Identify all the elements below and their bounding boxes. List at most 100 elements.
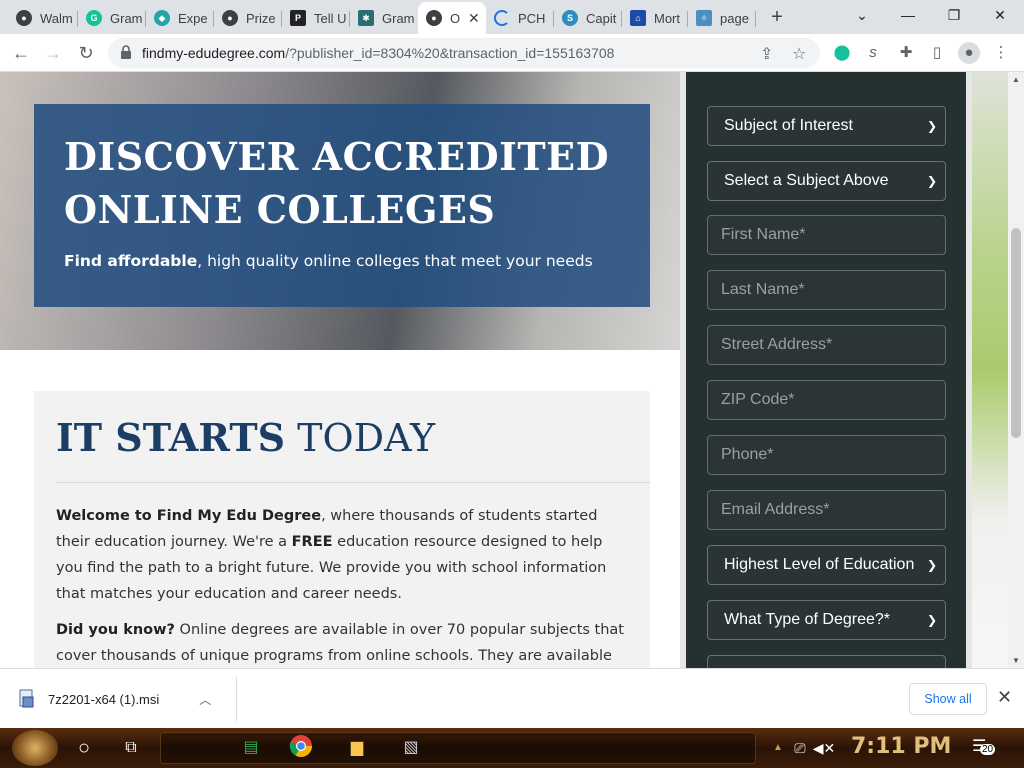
extension-lock-icon[interactable]: ⬤ [831,42,853,64]
scrollbar-thumb[interactable] [1011,228,1021,438]
tab-search-button[interactable]: ⌄ [840,4,884,28]
scroll-down-arrow-icon[interactable]: ▼ [1012,656,1020,665]
subsubject-select-value: Select a Subject Above [724,172,889,189]
globe-icon: ● [222,10,238,26]
notification-count: 20 [980,744,996,755]
show-all-button[interactable]: Show all [909,683,987,715]
share-icon[interactable]: ⇪ [760,44,773,64]
tab-4[interactable]: P Tell U [282,4,350,32]
scroll-up-arrow-icon[interactable]: ▲ [1012,75,1020,84]
tab-9[interactable]: ⌂ Mort [622,4,688,32]
subject-select-value: Subject of Interest [724,117,853,134]
menu-kebab-icon[interactable]: ⋮ [990,42,1012,64]
tab-title: Gram [110,10,142,26]
reload-icon[interactable]: ↻ [75,42,97,64]
heading-bold: IT STARTS [56,415,286,460]
zip-code-field[interactable]: ZIP Code* [707,380,946,420]
diamond-icon: ◆ [154,10,170,26]
intro-section: IT STARTS TODAY Welcome to Find My Edu D… [34,391,650,668]
tab-title: page [720,10,749,26]
app-window-icon[interactable]: ▧ [397,734,425,762]
email-field[interactable]: Email Address* [707,490,946,530]
page-scrollbar[interactable]: ▲ ▼ [1008,72,1024,668]
street-address-field[interactable]: Street Address* [707,325,946,365]
close-tab-icon[interactable]: ✕ [468,10,480,27]
hero-subtitle-rest: , high quality online colleges that meet… [197,252,593,270]
download-item[interactable]: 7z2201-x64 (1).msi ︿ [18,687,211,711]
chevron-down-icon: ❯ [926,613,937,627]
start-button[interactable] [12,730,58,766]
tab-title: Walm [40,10,73,26]
chevron-up-icon[interactable]: ︿ [199,691,211,708]
url-host: findmy-edudegree.com [142,45,286,61]
heading-rest: TODAY [285,416,436,460]
tab-8[interactable]: S Capit [554,4,622,32]
degree-select-value: What Type of Degree?* [724,611,891,628]
tab-1[interactable]: G Gram [78,4,146,32]
notifications-icon[interactable]: ☰ 20 [972,736,996,760]
subsubject-select[interactable]: Select a Subject Above ❯ [707,161,946,201]
close-window-button[interactable]: ✕ [978,4,1022,28]
back-arrow-icon[interactable]: ← [10,42,32,64]
lead-form: Subject of Interest ❯ Select a Subject Ab… [686,72,966,668]
new-tab-button[interactable]: + [765,6,789,30]
side-panel-icon[interactable]: ▯ [926,42,948,64]
volume-muted-icon[interactable]: ◀✕ [810,734,838,762]
browser-toolbar: ← → ↻ findmy-edudegree.com/?publisher_id… [0,34,1024,72]
education-level-select[interactable]: Highest Level of Education ❯ [707,545,946,585]
profile-avatar[interactable]: ● [958,42,980,64]
subject-select[interactable]: Subject of Interest ❯ [707,106,946,146]
pg-icon: P [290,10,306,26]
tab-5[interactable]: ✱ Gram [350,4,418,32]
extension-s-icon[interactable]: s [862,42,884,64]
sheets-app-icon[interactable]: ▤ [237,734,265,762]
clock-time[interactable]: 7:11 PM [851,734,951,759]
close-download-bar-icon[interactable]: ✕ [997,687,1012,708]
restore-button[interactable]: ❐ [932,4,976,28]
taskbar-apps: ▤ ▆ ▧ [160,732,756,764]
download-separator [236,677,237,721]
next-select-partial[interactable] [707,655,946,668]
did-you-know-paragraph: Did you know? Online degrees are availab… [56,617,628,668]
education-select-value: Highest Level of Education [724,556,915,573]
degree-type-select[interactable]: What Type of Degree?* ❯ [707,600,946,640]
lock-icon[interactable] [120,45,132,59]
forward-arrow-icon[interactable]: → [42,42,64,64]
did-you-know-bold: Did you know? [56,622,175,638]
phone-field[interactable]: Phone* [707,435,946,475]
tab-title: O [450,10,461,26]
hero-title-line2: ONLINE COLLEGES [64,187,496,232]
hero-title-line1: DISCOVER ACCREDITED [64,134,610,179]
tab-6-active[interactable]: ● O ✕ [418,2,486,34]
tab-strip: ● Walm G Gram ◆ Expe ● Prize P Tell U ✱ … [0,0,1024,34]
last-name-field[interactable]: Last Name* [707,270,946,310]
bookmark-star-icon[interactable]: ☆ [792,44,806,64]
tab-title: Gram [382,10,414,26]
address-bar[interactable]: findmy-edudegree.com/?publisher_id=8304%… [108,38,820,68]
chevron-down-icon: ❯ [926,119,937,133]
hero-title: DISCOVER ACCREDITED ONLINE COLLEGES [64,130,620,236]
tab-3[interactable]: ● Prize [214,4,282,32]
house-icon: ⌂ [630,10,646,26]
extensions-puzzle-icon[interactable]: ✚ [895,42,917,64]
installer-file-icon [19,689,34,708]
tab-0[interactable]: ● Walm [8,4,78,32]
task-view-icon[interactable]: ⧉ [117,734,145,762]
minimize-button[interactable]: — [886,4,930,28]
url-path: /?publisher_id=8304%20&transaction_id=15… [285,45,615,61]
first-name-field[interactable]: First Name* [707,215,946,255]
decorative-plant-edge [972,72,1008,668]
cortana-circle-icon[interactable]: ○ [70,734,98,762]
download-filename: 7z2201-x64 (1).msi [48,691,160,707]
file-explorer-icon[interactable]: ▆ [343,734,371,762]
free-bold: FREE [291,534,333,550]
hero-subtitle-bold: Find affordable [64,252,198,270]
chrome-app-icon[interactable] [287,734,315,762]
section-heading: IT STARTS TODAY [56,415,628,460]
tab-title: Prize [246,10,276,26]
tab-10[interactable]: ✧ page [688,4,756,32]
tab-2[interactable]: ◆ Expe [146,4,214,32]
grammarly-icon: G [86,10,102,26]
tab-7[interactable]: PCH [486,4,554,32]
atom-icon: ✱ [358,10,374,26]
